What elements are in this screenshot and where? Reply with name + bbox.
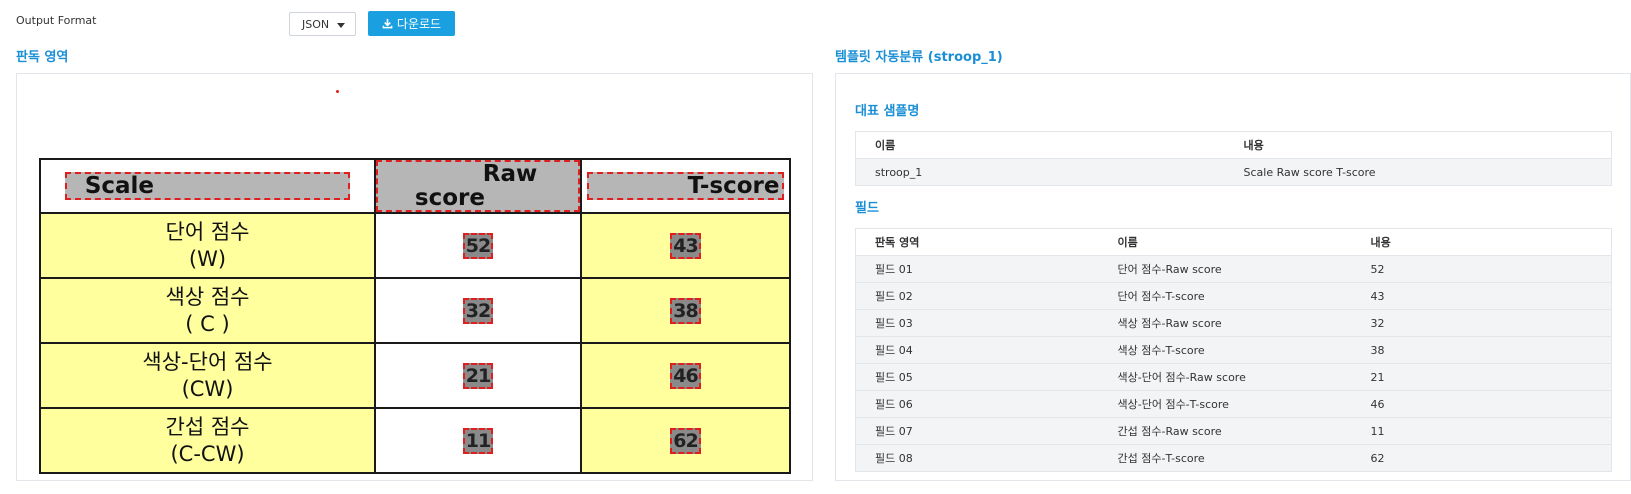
field-value-cell: 46 [1351,390,1612,418]
fields-table-header: 판독 영역 이름 내용 [855,228,1612,256]
field-value-cell: 43 [1351,282,1612,310]
ocr-box[interactable]: 43 [670,232,701,259]
raw-score-cell: 11 [374,407,582,474]
table-row[interactable]: 필드 07 간섭 점수-Raw score 11 [855,417,1612,445]
document-table-header: Scale Raw score T-score [39,158,791,214]
sample-name-title: 대표 샘플명 [855,104,920,119]
table-row[interactable]: 필드 02 단어 점수-T-score 43 [855,282,1612,310]
field-value-cell: 21 [1351,363,1612,391]
field-area-cell: 필드 02 [855,282,1099,310]
raw-score-cell: 52 [374,212,582,279]
field-name-cell: 색상-단어 점수-T-score [1098,390,1352,418]
chevron-down-icon [337,23,345,28]
ocr-box[interactable]: 62 [670,427,701,454]
fields-title: 필드 [855,201,879,216]
raw-score-cell: 32 [374,277,582,344]
field-value-cell: 32 [1351,309,1612,337]
document-table-row: 단어 점수 (W) 52 43 [39,212,791,279]
scale-cell: 색상-단어 점수 (CW) [39,342,376,409]
header-cell: Scale [39,158,376,214]
format-select-value: JSON [302,17,330,31]
document-table-row: 간섭 점수 (C-CW) 11 62 [39,407,791,474]
download-button[interactable]: 다운로드 [368,11,455,36]
field-value-cell: 11 [1351,417,1612,445]
document-table: Scale Raw score T-score 단어 점수 (W) 52 43 색… [39,158,791,474]
template-panel: 대표 샘플명 이름 내용 stroop_1 Scale Raw score T-… [835,73,1631,481]
document-table-row: 색상-단어 점수 (CW) 21 46 [39,342,791,409]
marker-dot [336,90,339,93]
download-icon [382,18,393,29]
t-score-cell: 43 [580,212,791,279]
output-format-label: Output Format [16,14,97,27]
t-score-cell: 46 [580,342,791,409]
table-row[interactable]: 필드 06 색상-단어 점수-T-score 46 [855,390,1612,418]
ocr-box[interactable]: Raw score [376,160,580,212]
field-value-cell: 62 [1351,444,1612,472]
column-header: 판독 영역 [855,228,1099,256]
field-name-cell: 간섭 점수-Raw score [1098,417,1352,445]
table-row[interactable]: 필드 01 단어 점수-Raw score 52 [855,255,1612,283]
table-row[interactable]: stroop_1 Scale Raw score T-score [855,158,1612,186]
reading-area-title: 판독 영역 [16,50,69,65]
column-header: 이름 [855,131,1225,159]
field-name-cell: 색상 점수-Raw score [1098,309,1352,337]
field-area-cell: 필드 01 [855,255,1099,283]
field-name-cell: 색상-단어 점수-Raw score [1098,363,1352,391]
document-table-row: 색상 점수( C ) 32 38 [39,277,791,344]
field-area-cell: 필드 07 [855,417,1099,445]
field-area-cell: 필드 06 [855,390,1099,418]
ocr-box[interactable]: Scale [64,172,351,200]
header-cell: T-score [580,158,791,214]
field-value-cell: 38 [1351,336,1612,364]
template-classification-title: 템플릿 자동분류 (stroop_1) [835,50,1003,65]
ocr-box[interactable]: 52 [462,232,494,259]
t-score-cell: 62 [580,407,791,474]
field-value-cell: 52 [1351,255,1612,283]
sample-table: 이름 내용 stroop_1 Scale Raw score T-score [855,131,1612,186]
table-row[interactable]: 필드 05 색상-단어 점수-Raw score 21 [855,363,1612,391]
field-area-cell: 필드 03 [855,309,1099,337]
t-score-cell: 38 [580,277,791,344]
column-header: 이름 [1098,228,1352,256]
field-name-cell: 간섭 점수-T-score [1098,444,1352,472]
field-name-cell: 단어 점수-T-score [1098,282,1352,310]
download-button-label: 다운로드 [396,17,442,31]
header-cell: Raw score [374,158,582,214]
scale-cell: 간섭 점수 (C-CW) [39,407,376,474]
ocr-box[interactable]: 21 [462,362,494,389]
ocr-box[interactable]: 11 [462,427,494,454]
table-row[interactable]: 필드 04 색상 점수-T-score 38 [855,336,1612,364]
sample-name-cell: stroop_1 [855,158,1225,186]
fields-table: 판독 영역 이름 내용 필드 01 단어 점수-Raw score 52 필드 02… [855,228,1612,472]
ocr-box[interactable]: T-score [587,172,784,200]
ocr-box[interactable]: 46 [670,362,701,389]
sample-table-header: 이름 내용 [855,131,1612,159]
field-name-cell: 색상 점수-T-score [1098,336,1352,364]
ocr-box[interactable]: 38 [670,297,701,324]
column-header: 내용 [1224,131,1612,159]
raw-score-cell: 21 [374,342,582,409]
sample-content-cell: Scale Raw score T-score [1224,158,1612,186]
reading-area-panel: Scale Raw score T-score 단어 점수 (W) 52 43 색… [16,73,813,481]
field-name-cell: 단어 점수-Raw score [1098,255,1352,283]
format-select[interactable]: JSON [289,12,356,36]
ocr-box[interactable]: 32 [462,297,494,324]
field-area-cell: 필드 04 [855,336,1099,364]
table-row[interactable]: 필드 08 간섭 점수-T-score 62 [855,444,1612,472]
field-area-cell: 필드 08 [855,444,1099,472]
table-row[interactable]: 필드 03 색상 점수-Raw score 32 [855,309,1612,337]
column-header: 내용 [1351,228,1612,256]
scale-cell: 단어 점수 (W) [39,212,376,279]
scale-cell: 색상 점수( C ) [39,277,376,344]
field-area-cell: 필드 05 [855,363,1099,391]
